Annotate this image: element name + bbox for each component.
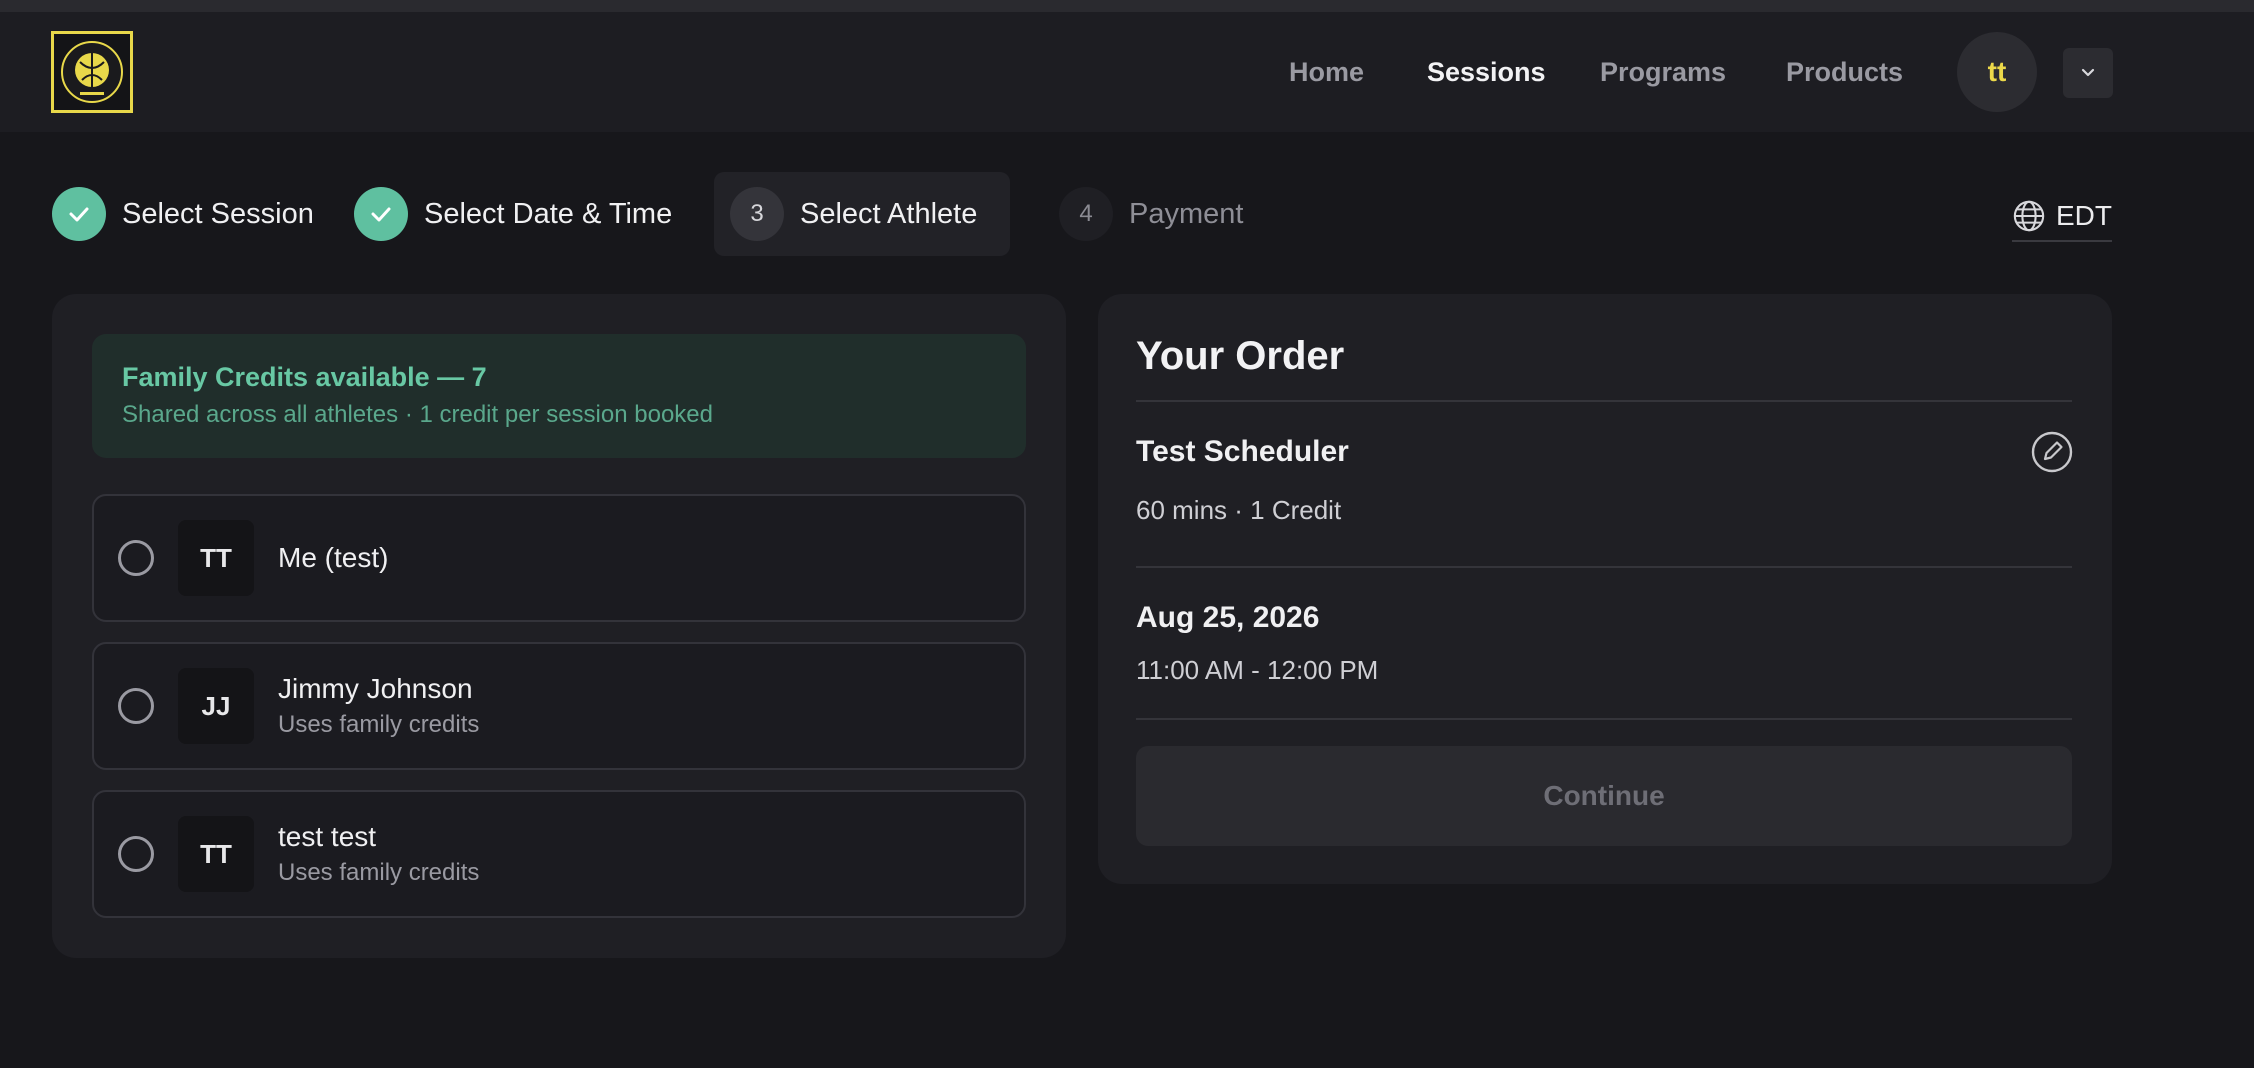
- step-number: 4: [1059, 187, 1113, 241]
- step-select-date-time[interactable]: Select Date & Time: [354, 187, 672, 241]
- athlete-subtitle: Uses family credits: [278, 859, 480, 886]
- account-dropdown-button[interactable]: [2063, 48, 2113, 98]
- athlete-option-me[interactable]: TT Me (test): [92, 494, 1026, 622]
- athlete-avatar: JJ: [178, 668, 254, 744]
- nav-programs[interactable]: Programs: [1600, 56, 1726, 88]
- order-session-details: 60 mins · 1 Credit: [1136, 495, 1342, 525]
- step-number: 3: [730, 187, 784, 241]
- step-select-athlete[interactable]: 3 Select Athlete: [730, 187, 977, 241]
- chevron-down-icon: [2081, 68, 2095, 77]
- top-strip: [0, 0, 2254, 12]
- step-label: Payment: [1129, 197, 1244, 230]
- step-payment[interactable]: 4 Payment: [1059, 187, 1243, 241]
- athlete-name: test test: [278, 821, 377, 852]
- athlete-avatar: TT: [178, 816, 254, 892]
- athlete-name: Jimmy Johnson: [278, 673, 473, 704]
- athlete-option-jimmy-johnson[interactable]: JJ Jimmy Johnson Uses family credits: [92, 642, 1026, 770]
- logo-icon[interactable]: [51, 31, 133, 113]
- check-icon: [52, 187, 106, 241]
- order-date: Aug 25, 2026: [1136, 601, 1320, 634]
- globe-icon: [2013, 200, 2045, 232]
- athlete-subtitle: Uses family credits: [278, 711, 480, 738]
- divider: [1136, 400, 2072, 402]
- timezone-selector[interactable]: EDT: [2012, 192, 2112, 242]
- edit-icon[interactable]: [2030, 430, 2074, 474]
- radio-button[interactable]: [118, 540, 154, 576]
- athlete-panel: Family Credits available — 7 Shared acro…: [52, 294, 1066, 958]
- credits-subtitle: Shared across all athletes · 1 credit pe…: [122, 401, 713, 428]
- divider: [1136, 566, 2072, 568]
- nav-home[interactable]: Home: [1289, 56, 1364, 88]
- radio-button[interactable]: [118, 688, 154, 724]
- order-panel: Your Order Test Scheduler 60 mins · 1 Cr…: [1098, 294, 2112, 884]
- divider: [1136, 718, 2072, 720]
- athlete-option-test-test[interactable]: TT test test Uses family credits: [92, 790, 1026, 918]
- family-credits-banner: Family Credits available — 7 Shared acro…: [92, 334, 1026, 458]
- radio-button[interactable]: [118, 836, 154, 872]
- step-label: Select Athlete: [800, 197, 978, 230]
- order-time: 11:00 AM - 12:00 PM: [1136, 655, 1379, 685]
- athlete-avatar: TT: [178, 520, 254, 596]
- timezone-label: EDT: [2056, 200, 2112, 231]
- continue-button[interactable]: Continue: [1136, 746, 2072, 846]
- step-label: Select Date & Time: [424, 197, 673, 230]
- check-icon: [354, 187, 408, 241]
- credits-title: Family Credits available — 7: [122, 362, 487, 392]
- step-label: Select Session: [122, 197, 314, 230]
- step-select-session[interactable]: Select Session: [52, 187, 314, 241]
- order-title: Your Order: [1136, 334, 1345, 378]
- nav-products[interactable]: Products: [1786, 56, 1903, 88]
- user-avatar[interactable]: tt: [1957, 32, 2037, 112]
- nav-sessions[interactable]: Sessions: [1427, 56, 1546, 88]
- athlete-name: Me (test): [278, 542, 389, 573]
- header: Home Sessions Programs Products tt: [0, 12, 2254, 132]
- order-session-name: Test Scheduler: [1136, 435, 1349, 468]
